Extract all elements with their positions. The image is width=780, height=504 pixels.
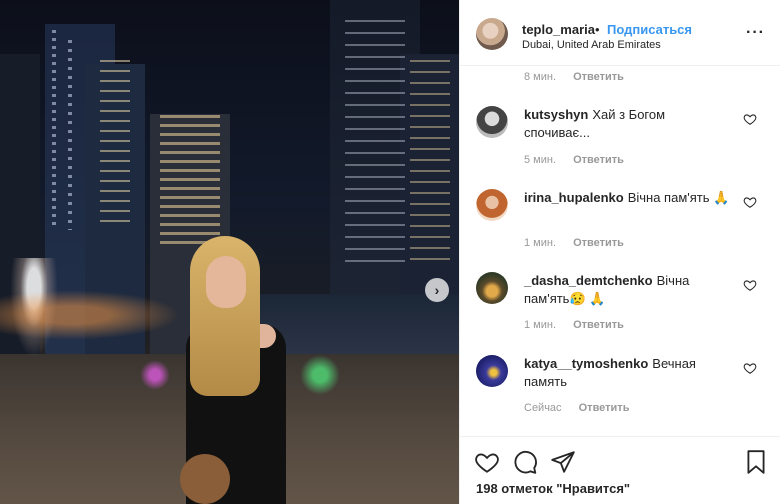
commenter-username[interactable]: kutsyshyn (524, 107, 588, 122)
bookmark-icon[interactable] (743, 449, 769, 475)
comment-meta: Сейчас Ответить (524, 402, 629, 414)
reply-button[interactable]: Ответить (573, 71, 624, 83)
commenter-username[interactable]: _dasha_demtchenko (524, 273, 653, 288)
comment-meta: 1 мин. Ответить (524, 319, 624, 331)
commenter-avatar[interactable] (476, 189, 508, 221)
window-lights (68, 40, 72, 230)
window-lights (52, 30, 56, 230)
comment-body: Вічна пам'ять 🙏 (627, 190, 730, 205)
reply-button[interactable]: Ответить (573, 237, 624, 249)
post-sidebar: teplo_maria • Подписаться Dubai, United … (459, 0, 780, 504)
reply-button[interactable]: Ответить (573, 154, 624, 166)
likes-count[interactable]: 198 отметок "Нравится" (476, 481, 630, 496)
comment-text: kutsyshyn Хай з Богом спочиває... (524, 106, 734, 142)
window-lights (410, 60, 450, 260)
author-username[interactable]: teplo_maria (522, 22, 595, 37)
comment-text: irina_hupalenko Вічна пам'ять 🙏 (524, 189, 734, 207)
separator-dot: • (595, 22, 600, 37)
commenter-username[interactable]: irina_hupalenko (524, 190, 624, 205)
post-location[interactable]: Dubai, United Arab Emirates (522, 39, 661, 51)
comment-icon[interactable] (512, 449, 538, 475)
comment-meta: 1 мин. Ответить (524, 237, 624, 249)
comment-time: 1 мин. (524, 319, 557, 331)
like-comment-heart-icon[interactable] (743, 195, 757, 209)
comment-time: 5 мин. (524, 154, 557, 166)
share-icon[interactable] (550, 449, 576, 475)
like-comment-heart-icon[interactable] (743, 361, 757, 375)
reply-button[interactable]: Ответить (573, 319, 624, 331)
author-avatar[interactable] (476, 18, 508, 50)
commenter-avatar[interactable] (476, 106, 508, 138)
comment-meta: 8 мин. Ответить (524, 71, 624, 83)
follow-button[interactable]: Подписаться (607, 22, 692, 37)
reply-button[interactable]: Ответить (579, 402, 630, 414)
street-lights (0, 290, 180, 340)
post-header: teplo_maria • Подписаться Dubai, United … (460, 0, 780, 66)
like-comment-heart-icon[interactable] (743, 112, 757, 126)
next-photo-arrow-icon[interactable]: › (425, 278, 449, 302)
commenter-avatar[interactable] (476, 272, 508, 304)
window-lights (160, 115, 220, 245)
post-photo[interactable]: › (0, 0, 459, 504)
comment-meta: 5 мин. Ответить (524, 154, 624, 166)
comment-time: Сейчас (524, 402, 562, 414)
comments-list[interactable]: 8 мин. Ответить kutsyshyn Хай з Богом спо… (460, 66, 780, 436)
commenter-avatar[interactable] (476, 355, 508, 387)
heart-icon[interactable] (474, 449, 500, 475)
comment-time: 1 мин. (524, 237, 557, 249)
comment-text: katya__tymoshenko Вечная память (524, 355, 734, 391)
comment-time: 8 мин. (524, 71, 557, 83)
street-lights (140, 360, 170, 390)
like-comment-heart-icon[interactable] (743, 278, 757, 292)
window-lights (100, 60, 130, 230)
post-actions: 198 отметок "Нравится" (460, 436, 780, 504)
more-options-icon[interactable]: ··· (746, 24, 765, 42)
window-lights (345, 20, 405, 270)
comment-text: _dasha_demtchenko Вічна пам'ять😥 🙏 (524, 272, 734, 308)
woman-figure (178, 236, 318, 504)
commenter-username[interactable]: katya__tymoshenko (524, 356, 648, 371)
